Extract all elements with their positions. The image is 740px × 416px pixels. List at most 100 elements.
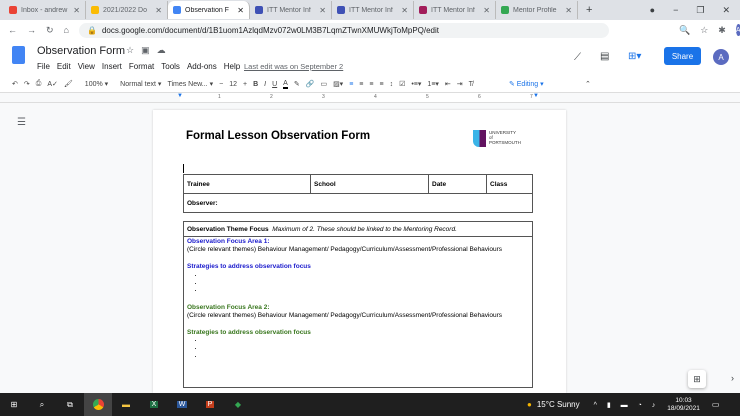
- increase-indent-icon[interactable]: ⇥: [457, 80, 463, 88]
- school-cell[interactable]: School: [310, 174, 429, 194]
- underline-button[interactable]: U: [272, 81, 277, 88]
- menu-edit[interactable]: Edit: [57, 62, 71, 71]
- spellcheck-icon[interactable]: A✓: [47, 80, 58, 88]
- extensions-icon[interactable]: ✱: [718, 25, 726, 36]
- star-icon[interactable]: ☆: [126, 45, 134, 56]
- close-tab-icon[interactable]: ✕: [565, 6, 572, 15]
- windows-start-icon[interactable]: ⊞: [0, 393, 28, 416]
- highlight-icon[interactable]: ✎: [294, 80, 300, 88]
- zoom-icon[interactable]: 🔍: [679, 25, 690, 36]
- browser-tab[interactable]: ITT Mentor Inf ✕: [250, 1, 332, 19]
- left-indent-marker-icon[interactable]: ▼: [177, 93, 183, 99]
- browser-tab[interactable]: ITT Mentor Inf ✕: [414, 1, 496, 19]
- powerpoint-icon[interactable]: P: [196, 393, 224, 416]
- text-color-button[interactable]: A: [283, 80, 288, 89]
- paint-format-icon[interactable]: 🖌: [64, 80, 73, 88]
- image-icon[interactable]: ▨▾: [333, 80, 343, 88]
- side-panel-toggle-icon[interactable]: ›: [731, 373, 734, 383]
- zoom-select[interactable]: 100% ▾: [85, 80, 108, 88]
- collapse-icon[interactable]: ⌃: [585, 80, 591, 88]
- outline-icon[interactable]: ☰: [17, 117, 26, 128]
- weather-text[interactable]: 15°C Sunny: [537, 400, 580, 409]
- close-tab-icon[interactable]: ✕: [237, 6, 244, 15]
- search-icon[interactable]: ⌕: [28, 393, 56, 416]
- menu-tools[interactable]: Tools: [161, 62, 180, 71]
- trainee-cell[interactable]: Trainee: [183, 174, 311, 194]
- move-folder-icon[interactable]: ▣: [141, 45, 150, 56]
- menu-help[interactable]: Help: [224, 62, 240, 71]
- document-page[interactable]: Formal Lesson Observation Form UNIVERSIT…: [153, 110, 566, 393]
- font-size-input[interactable]: 12: [229, 81, 237, 88]
- bullet-list-icon[interactable]: •≡▾: [411, 80, 421, 88]
- undo-icon[interactable]: ↶: [12, 80, 18, 88]
- profile-avatar[interactable]: A: [735, 24, 740, 36]
- numbered-list-icon[interactable]: 1≡▾: [427, 80, 439, 88]
- align-center-icon[interactable]: ≡: [359, 81, 363, 88]
- docs-logo-icon[interactable]: [12, 46, 25, 64]
- bold-button[interactable]: B: [253, 81, 258, 88]
- share-button[interactable]: Share: [664, 47, 701, 65]
- menu-insert[interactable]: Insert: [102, 62, 122, 71]
- tray-icons[interactable]: ^ ▮ ▬ ◔ ♪: [594, 401, 660, 409]
- checklist-icon[interactable]: ☑: [399, 80, 405, 88]
- redo-icon[interactable]: ↷: [24, 80, 30, 88]
- star-icon[interactable]: ☆: [700, 25, 708, 36]
- doc-title[interactable]: Observation Form: [37, 45, 125, 57]
- decrease-size-button[interactable]: −: [219, 81, 223, 88]
- browser-tab[interactable]: Observation F ✕: [168, 1, 250, 19]
- comments-icon[interactable]: ▤: [600, 51, 609, 62]
- task-view-icon[interactable]: ⧉: [56, 393, 84, 416]
- url-input[interactable]: 🔒 docs.google.com/document/d/1B1uom1Azlqd…: [78, 22, 609, 38]
- class-cell[interactable]: Class: [486, 174, 533, 194]
- align-left-icon[interactable]: ≡: [349, 81, 353, 88]
- forward-icon[interactable]: →: [27, 25, 36, 35]
- clock[interactable]: 10:03 18/09/2021: [667, 397, 700, 413]
- menu-view[interactable]: View: [78, 62, 95, 71]
- focus-areas-cell[interactable]: Observation Focus Area 1: (Circle releva…: [183, 236, 533, 388]
- home-icon[interactable]: ⌂: [64, 25, 69, 35]
- menu-add-ons[interactable]: Add-ons: [187, 62, 217, 71]
- print-icon[interactable]: ⎙: [36, 80, 42, 88]
- close-window-icon[interactable]: ✕: [722, 5, 730, 16]
- excel-icon[interactable]: X: [140, 393, 168, 416]
- reload-icon[interactable]: ↻: [46, 25, 54, 36]
- style-select[interactable]: Normal text ▾: [120, 80, 161, 88]
- menu-file[interactable]: File: [37, 62, 50, 71]
- browser-tab[interactable]: ITT Mentor Inf ✕: [332, 1, 414, 19]
- close-tab-icon[interactable]: ✕: [319, 6, 326, 15]
- browser-tab[interactable]: 2021/2022 Do ✕: [86, 1, 168, 19]
- explore-button[interactable]: ⊞: [688, 370, 706, 388]
- italic-button[interactable]: I: [264, 81, 266, 88]
- app-icon[interactable]: ◆: [224, 393, 252, 416]
- ruler[interactable]: ▼ ▼ 1 2 3 4 5 6 7: [0, 93, 740, 103]
- right-indent-marker-icon[interactable]: ▼: [533, 93, 539, 99]
- align-right-icon[interactable]: ≡: [369, 81, 373, 88]
- font-select[interactable]: Times New... ▾: [167, 80, 213, 88]
- meet-icon[interactable]: ⊞▾: [628, 51, 641, 62]
- browser-tab[interactable]: Mentor Profile ✕: [496, 1, 578, 19]
- minimize-icon[interactable]: −: [673, 5, 678, 16]
- close-tab-icon[interactable]: ✕: [483, 6, 490, 15]
- profile-icon[interactable]: ●: [650, 5, 655, 16]
- comment-icon[interactable]: ▭: [320, 80, 327, 88]
- restore-icon[interactable]: ❐: [696, 5, 704, 16]
- clear-format-icon[interactable]: T̸: [469, 81, 473, 88]
- notifications-icon[interactable]: ▭: [712, 400, 720, 409]
- menu-format[interactable]: Format: [129, 62, 154, 71]
- word-icon[interactable]: W: [168, 393, 196, 416]
- last-edit-link[interactable]: Last edit was on September 2: [244, 62, 343, 71]
- date-cell[interactable]: Date: [428, 174, 487, 194]
- link-icon[interactable]: 🔗: [306, 80, 315, 88]
- close-tab-icon[interactable]: ✕: [73, 6, 80, 15]
- chrome-icon[interactable]: [84, 393, 112, 416]
- back-icon[interactable]: ←: [8, 25, 17, 35]
- cloud-status-icon[interactable]: ☁: [157, 45, 166, 56]
- observer-cell[interactable]: Observer:: [183, 193, 533, 213]
- justify-icon[interactable]: ≡: [379, 81, 383, 88]
- browser-tab[interactable]: Inbox - andrew ✕: [4, 1, 86, 19]
- close-tab-icon[interactable]: ✕: [155, 6, 162, 15]
- file-explorer-icon[interactable]: ▬: [112, 393, 140, 416]
- editing-mode-select[interactable]: ✎ Editing ▾: [509, 80, 579, 88]
- theme-focus-cell[interactable]: Observation Theme Focus Maximum of 2. Th…: [183, 221, 533, 237]
- increase-size-button[interactable]: +: [243, 81, 247, 88]
